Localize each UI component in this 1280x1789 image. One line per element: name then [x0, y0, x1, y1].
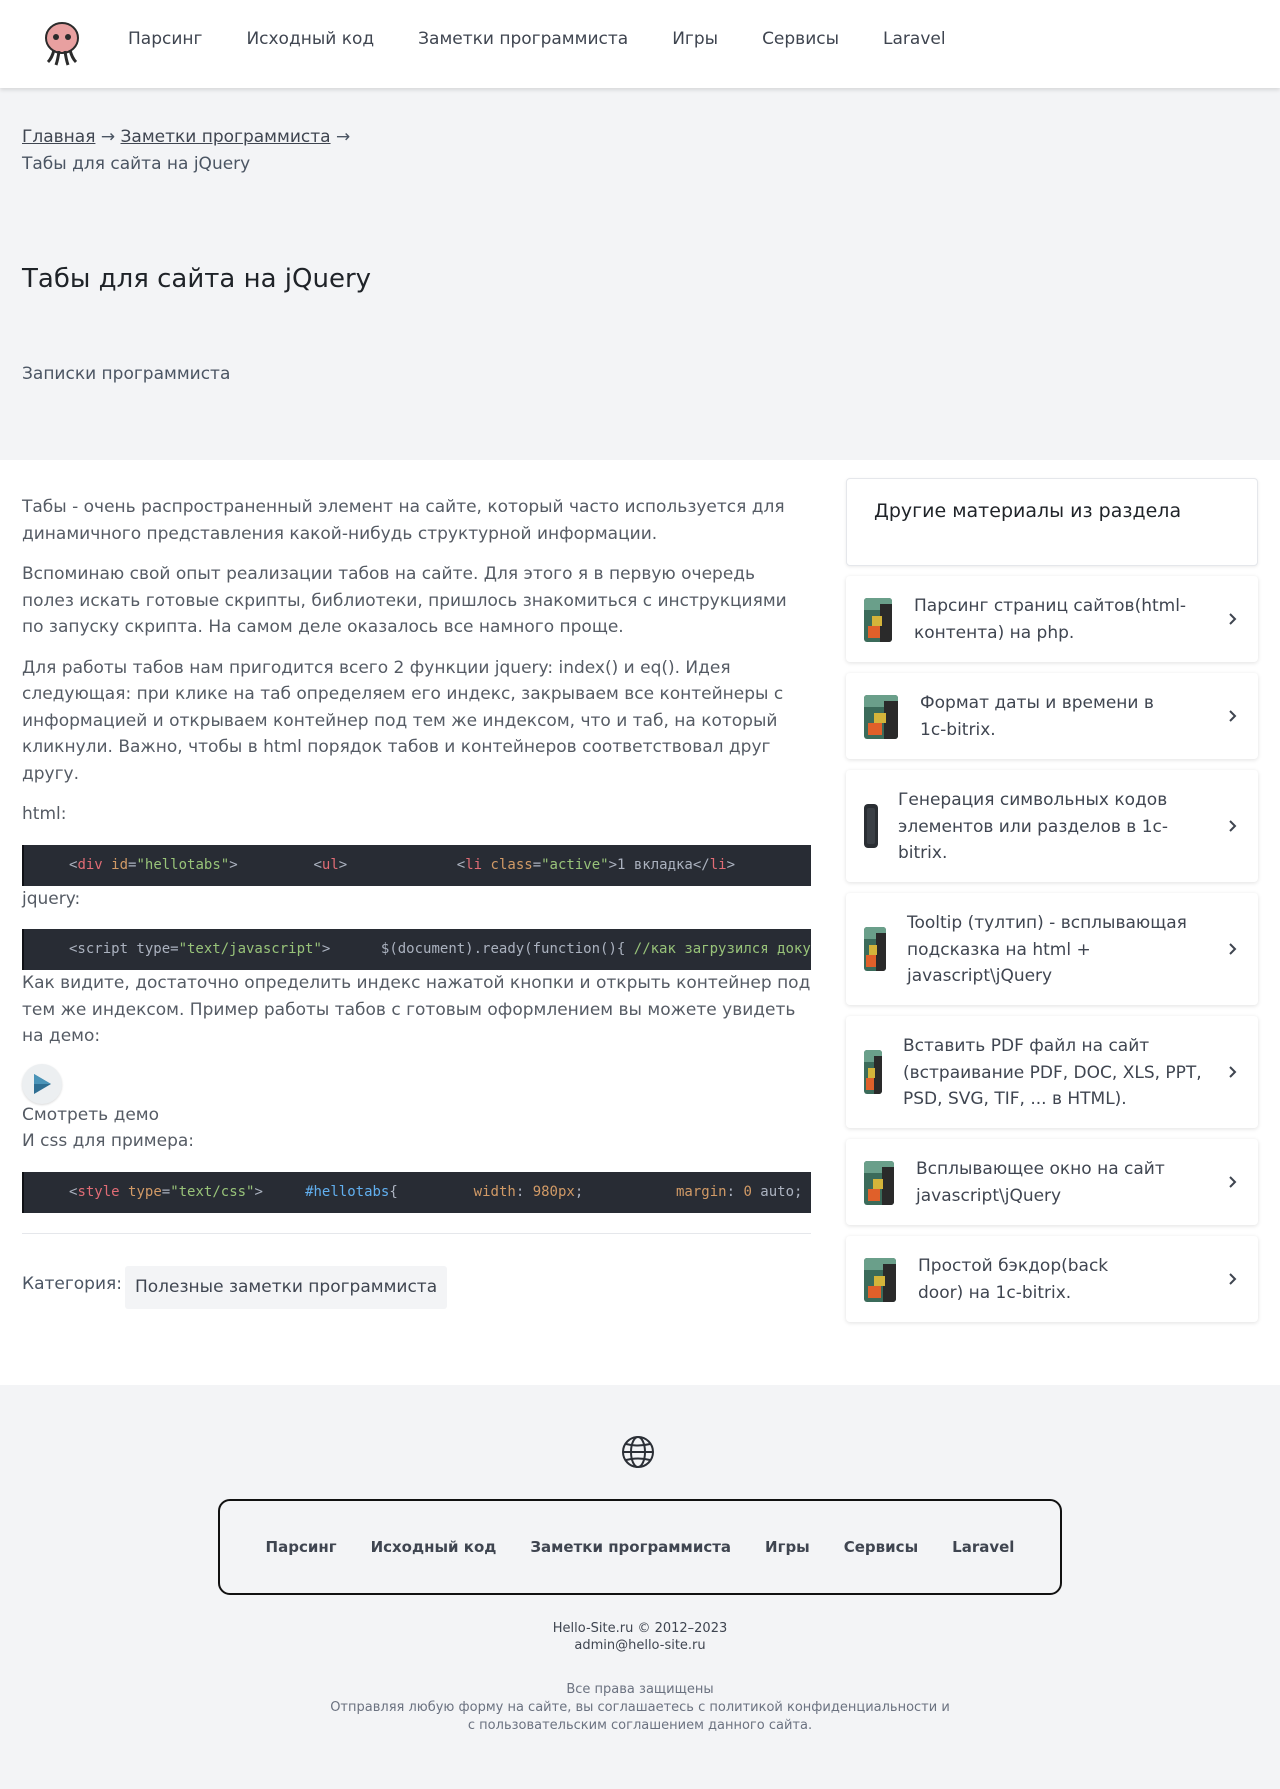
sidebar-card-title: Простой бэкдор(back door) на 1c-bitrix. — [918, 1256, 1109, 1303]
category-label: Категория: — [22, 1274, 122, 1294]
sidebar-card-title: Парсинг страниц сайтов(html-контента) на… — [914, 596, 1187, 643]
article-paragraph: Как видите, достаточно определить индекс… — [22, 973, 811, 1046]
article-paragraph: Для работы табов нам пригодится всего 2 … — [22, 657, 784, 784]
html-label: html: — [22, 804, 67, 824]
sidebar-card-title: Формат даты и времени в 1c-bitrix. — [920, 693, 1154, 740]
code-token: "text/javascript" — [178, 941, 322, 957]
breadcrumb-home-link[interactable]: Главная — [22, 127, 95, 147]
footer-policy: Отправляя любую форму на сайте, вы согла… — [330, 1700, 950, 1715]
code-block-css[interactable]: <style type="text/css"> #hellotabs{ widt… — [22, 1171, 811, 1213]
footer-email[interactable]: admin@hello-site.ru — [0, 1638, 1280, 1653]
code-token: 0 — [743, 1183, 752, 1200]
footer-link-services[interactable]: Сервисы — [827, 1538, 935, 1556]
footer-rights: Все права защищены — [566, 1682, 714, 1697]
code-token: li — [465, 856, 483, 873]
nav-link-laravel[interactable]: Laravel — [861, 29, 968, 49]
thumbnail-icon — [864, 695, 898, 739]
globe-icon — [622, 1436, 654, 1468]
sidebar-card-title: Вставить PDF файл на сайт (встраивание P… — [903, 1036, 1202, 1109]
play-icon[interactable] — [22, 1063, 62, 1104]
thumbnail-icon — [864, 1050, 882, 1094]
chevron-right-icon — [1229, 613, 1237, 625]
main-nav: Парсинг Исходный код Заметки программист… — [106, 0, 968, 78]
code-token: 980px — [532, 1183, 575, 1200]
footer-link-notes[interactable]: Заметки программиста — [513, 1538, 748, 1556]
page-subtitle: Записки программиста — [22, 364, 231, 384]
breadcrumb-current: Табы для сайта на jQuery — [22, 154, 251, 174]
article-paragraph: Табы - очень распространенный элемент на… — [22, 497, 785, 544]
code-token: class — [490, 856, 533, 873]
thumbnail-icon — [864, 598, 892, 642]
category-badge[interactable]: Полезные заметки программиста — [125, 1266, 448, 1309]
breadcrumb: Главная → Заметки программиста → Табы дл… — [22, 124, 422, 178]
jquery-label: jquery: — [22, 888, 81, 909]
chevron-right-icon — [1229, 943, 1237, 955]
footer-link-parsing[interactable]: Парсинг — [249, 1538, 354, 1556]
css-label: И css для примера: — [22, 1131, 195, 1151]
code-token: <script type= — [69, 941, 179, 957]
code-token: "active" — [541, 856, 609, 873]
article-paragraph: Вспоминаю свой опыт реализации табов на … — [22, 564, 787, 637]
sidebar-card[interactable]: Парсинг страниц сайтов(html-контента) на… — [846, 576, 1258, 662]
code-token: //как загрузился документ — [633, 941, 811, 957]
sidebar-heading-box: Другие материалы из раздела — [846, 478, 1258, 566]
sidebar-card[interactable]: Формат даты и времени в 1c-bitrix. — [846, 673, 1258, 759]
code-token: type — [128, 1183, 162, 1200]
footer-copyright: Hello-Site.ru © 2012–2023 — [552, 1621, 728, 1636]
chevron-right-icon — [1229, 1066, 1237, 1078]
thumbnail-icon — [864, 927, 886, 971]
sidebar-heading: Другие материалы из раздела — [874, 500, 1182, 522]
thumbnail-icon — [864, 804, 878, 848]
demo-link[interactable]: Смотреть демо — [22, 1102, 811, 1129]
code-token: style — [77, 1183, 120, 1200]
code-token: margin — [676, 1183, 727, 1200]
footer-link-source-code[interactable]: Исходный код — [354, 1538, 514, 1556]
code-token: 1 вкладка — [617, 856, 693, 873]
chevron-right-icon — [1229, 710, 1237, 722]
page-title: Табы для сайта на jQuery — [22, 264, 372, 294]
sidebar-card-title: Tooltip (тултип) - всплывающая подсказка… — [907, 913, 1187, 986]
code-token: "text/css" — [170, 1183, 255, 1200]
nav-link-source-code[interactable]: Исходный код — [224, 29, 396, 49]
nav-link-parsing[interactable]: Парсинг — [106, 29, 224, 49]
sidebar-card-title: Всплывающее окно на сайт javascript\jQue… — [916, 1159, 1165, 1206]
sidebar-card[interactable]: Всплывающее окно на сайт javascript\jQue… — [846, 1139, 1258, 1225]
octopus-logo-icon[interactable] — [40, 20, 84, 68]
article-body: Табы - очень распространенный элемент на… — [22, 494, 811, 1213]
sidebar-card[interactable]: Tooltip (тултип) - всплывающая подсказка… — [846, 893, 1258, 1005]
chevron-right-icon — [1229, 1273, 1237, 1285]
sidebar-card[interactable]: Вставить PDF файл на сайт (встраивание P… — [846, 1016, 1258, 1128]
footer-nav: Парсинг Исходный код Заметки программист… — [218, 1499, 1062, 1595]
chevron-right-icon — [1229, 1176, 1237, 1188]
footer-policy: с пользовательским соглашением данного с… — [467, 1718, 813, 1733]
sidebar-card-title: Генерация символьных кодов элементов или… — [898, 790, 1169, 863]
code-block-js[interactable]: <script type="text/javascript"> $(docume… — [22, 929, 811, 970]
sidebar-card[interactable]: Простой бэкдор(back door) на 1c-bitrix. — [846, 1236, 1258, 1322]
code-token: li — [709, 856, 727, 873]
breadcrumb-arrow: → — [335, 127, 351, 147]
code-token: width — [473, 1183, 516, 1200]
code-token: $(document).ready(function(){ — [380, 941, 634, 957]
nav-link-games[interactable]: Игры — [650, 29, 740, 49]
breadcrumb-arrow: → — [100, 127, 116, 147]
code-token: id — [111, 856, 129, 873]
code-token: "hellotabs" — [136, 856, 230, 873]
chevron-right-icon — [1229, 820, 1237, 832]
code-token: div — [77, 856, 103, 873]
sidebar-card[interactable]: Генерация символьных кодов элементов или… — [846, 770, 1258, 882]
site-header: Парсинг Исходный код Заметки программист… — [0, 0, 1280, 88]
footer-link-games[interactable]: Игры — [748, 1538, 827, 1556]
nav-link-services[interactable]: Сервисы — [740, 29, 861, 49]
footer-link-laravel[interactable]: Laravel — [935, 1538, 1031, 1556]
code-token: auto; — [751, 1183, 803, 1200]
code-token: #hellotabs — [305, 1183, 390, 1200]
code-token: ul — [321, 856, 339, 873]
code-block-html[interactable]: <div id="hellotabs"> <ul> <li class="act… — [22, 844, 811, 886]
nav-link-notes[interactable]: Заметки программиста — [396, 29, 650, 49]
thumbnail-icon — [864, 1258, 896, 1302]
thumbnail-icon — [864, 1161, 894, 1205]
breadcrumb-section-link[interactable]: Заметки программиста — [121, 127, 331, 147]
article-divider — [22, 1233, 811, 1234]
